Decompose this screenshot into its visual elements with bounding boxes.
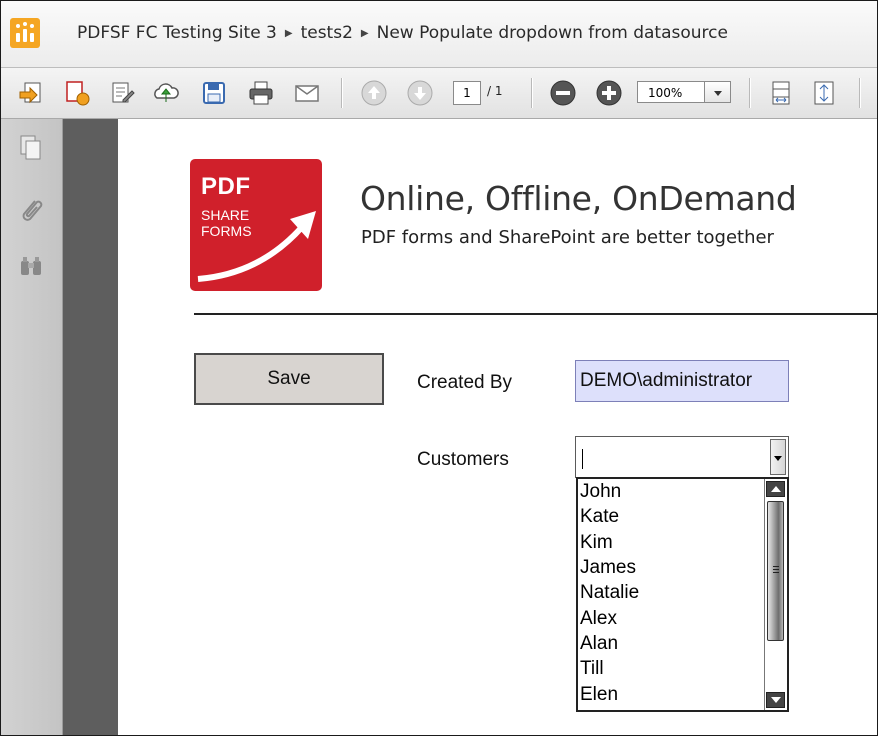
chevron-down-icon[interactable]	[705, 81, 731, 103]
toolbar-divider	[341, 78, 343, 108]
logo-text-forms: FORMS	[201, 223, 252, 239]
pdf-toolbar: 1 / 1 100%	[1, 68, 877, 119]
scroll-down-icon[interactable]	[766, 692, 785, 708]
open-file-icon[interactable]	[17, 78, 47, 108]
dropdown-option[interactable]: Alex	[580, 606, 617, 631]
pages-icon[interactable]	[16, 133, 46, 163]
created-by-label: Created By	[417, 372, 513, 393]
dropdown-option[interactable]: James	[580, 555, 636, 580]
scroll-up-icon[interactable]	[766, 481, 785, 497]
dropdown-option[interactable]: Kim	[580, 530, 613, 555]
grip-line	[773, 569, 779, 570]
previous-page-icon[interactable]	[359, 78, 389, 108]
logo-text-share: SHARE	[201, 207, 250, 223]
next-page-icon[interactable]	[405, 78, 435, 108]
chevron-right-icon: ▶	[284, 28, 293, 39]
upload-icon[interactable]	[151, 78, 181, 108]
divider-line	[194, 313, 877, 315]
logo-text-share-forms: SHARE FORMS	[201, 207, 252, 239]
save-disk-icon[interactable]	[199, 78, 229, 108]
toolbar-divider	[749, 78, 751, 108]
page-total: / 1	[487, 84, 503, 98]
dropdown-option[interactable]: Elen	[580, 682, 618, 707]
app-logo-icon[interactable]	[10, 18, 40, 48]
find-binoculars-icon[interactable]	[16, 251, 46, 281]
chevron-down-icon[interactable]	[770, 439, 786, 475]
save-button[interactable]: Save	[194, 353, 384, 405]
customers-dropdown-list: John Kate Kim James Natalie Alex Alan Ti…	[576, 477, 789, 712]
edit-icon[interactable]	[107, 78, 137, 108]
pdf-share-forms-logo: PDF SHARE FORMS	[190, 159, 322, 291]
dropdown-option[interactable]: Till	[580, 656, 604, 681]
toolbar-divider	[531, 78, 533, 108]
toolbar-divider	[859, 78, 861, 108]
created-by-field[interactable]: DEMO\administrator	[575, 360, 789, 402]
customers-dropdown[interactable]	[575, 436, 789, 478]
breadcrumb-item-form: New Populate dropdown from datasource	[376, 23, 728, 43]
zoom-level-select[interactable]: 100%	[637, 81, 705, 103]
pdf-page: PDF SHARE FORMS Online, Offline, OnDemand…	[118, 119, 877, 735]
dropdown-option[interactable]: John	[580, 479, 621, 504]
page-title: Online, Offline, OnDemand	[360, 179, 797, 218]
scrollbar-thumb[interactable]	[767, 501, 784, 641]
page-subtitle: PDF forms and SharePoint are better toge…	[361, 227, 774, 248]
title-bar: PDFSF FC Testing Site 3 ▶ tests2 ▶ New Popul…	[1, 1, 877, 68]
breadcrumb-item-site[interactable]: PDFSF FC Testing Site 3	[77, 23, 277, 43]
attachment-icon[interactable]	[16, 195, 46, 225]
print-icon[interactable]	[246, 78, 276, 108]
page-number-input[interactable]: 1	[453, 81, 481, 105]
grip-line	[773, 566, 779, 567]
chevron-right-icon: ▶	[360, 28, 369, 39]
email-icon[interactable]	[292, 78, 322, 108]
dropdown-option[interactable]: Kate	[580, 504, 619, 529]
breadcrumb: PDFSF FC Testing Site 3 ▶ tests2 ▶ New Popul…	[77, 23, 728, 43]
text-cursor	[582, 449, 583, 469]
fit-width-icon[interactable]	[766, 78, 796, 108]
breadcrumb-item-list[interactable]: tests2	[301, 23, 353, 43]
grip-line	[773, 572, 779, 573]
fit-page-icon[interactable]	[809, 78, 839, 108]
export-icon[interactable]	[62, 78, 92, 108]
dropdown-option[interactable]: Natalie	[580, 580, 639, 605]
customers-label: Customers	[417, 449, 509, 470]
app-window: PDFSF FC Testing Site 3 ▶ tests2 ▶ New Popul…	[0, 0, 878, 736]
logo-text-pdf: PDF	[201, 173, 251, 200]
navigation-rail	[1, 119, 63, 735]
zoom-in-icon[interactable]	[594, 78, 624, 108]
dropdown-scrollbar[interactable]	[764, 479, 787, 710]
document-gutter	[63, 119, 118, 735]
zoom-out-icon[interactable]	[548, 78, 578, 108]
dropdown-option[interactable]: Alan	[580, 631, 618, 656]
